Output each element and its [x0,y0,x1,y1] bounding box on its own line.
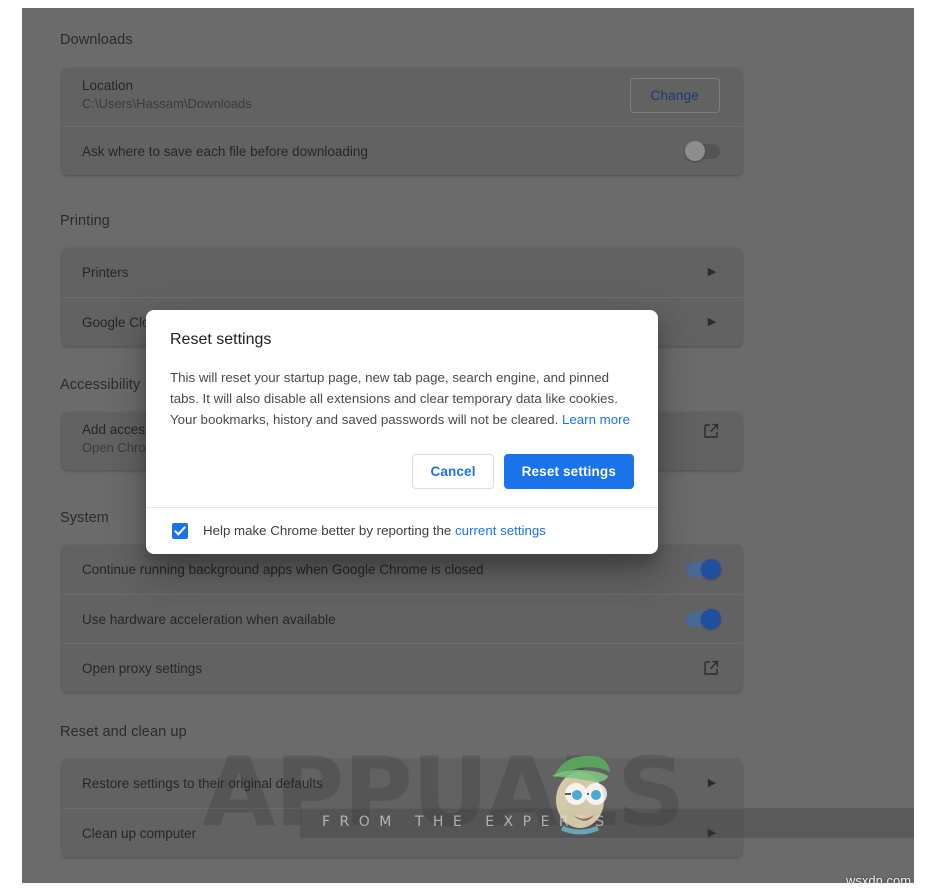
current-settings-link[interactable]: current settings [455,523,546,538]
cancel-button[interactable]: Cancel [412,453,494,489]
reset-settings-confirm-button[interactable]: Reset settings [503,453,634,489]
screenshot-root: Downloads Location C:\Users\Hassam\Downl… [0,0,930,891]
learn-more-link[interactable]: Learn more [562,412,630,427]
dialog-description-text: This will reset your startup page, new t… [170,369,618,427]
report-settings-label: Help make Chrome better by reporting the… [203,523,546,538]
dialog-actions: Cancel Reset settings [146,430,658,507]
dialog-title: Reset settings [170,331,272,348]
reset-settings-dialog: Reset settings This will reset your star… [146,310,658,554]
report-settings-label-text: Help make Chrome better by reporting the [203,523,456,539]
dialog-description: This will reset your startup page, new t… [170,367,634,430]
dialog-footer: Help make Chrome better by reporting the… [146,506,658,554]
dialog-body: Reset settings This will reset your star… [146,310,658,430]
report-settings-checkbox[interactable] [172,522,188,539]
